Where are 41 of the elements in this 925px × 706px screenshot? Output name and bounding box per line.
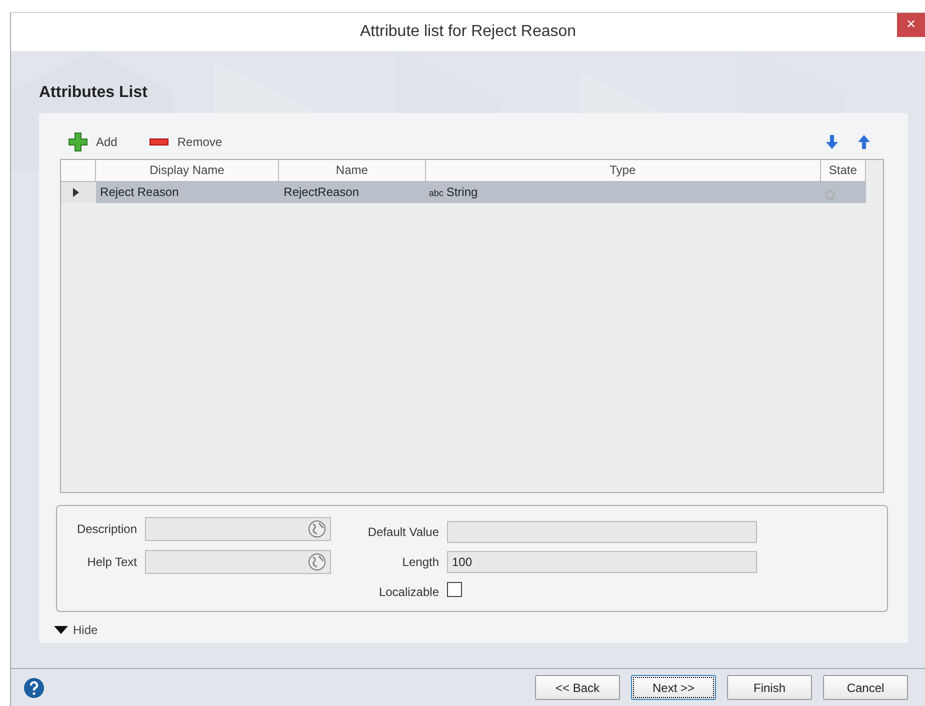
column-header[interactable]: Type — [426, 160, 821, 181]
dialog-button[interactable]: Cancel — [823, 675, 908, 700]
table-cell: Reject Reason — [100, 185, 179, 199]
field-label: Description — [76, 520, 137, 538]
window-title: Attribute list for Reject Reason — [360, 22, 576, 42]
column-header[interactable]: Display Name — [96, 160, 280, 181]
move-down-button[interactable] — [826, 135, 838, 149]
type-icon: abc — [428, 188, 444, 198]
close-button[interactable]: × — [897, 13, 925, 37]
table-row[interactable]: Reject Reason RejectReason abc String — [61, 182, 866, 203]
length-field[interactable]: 100 — [447, 551, 757, 574]
arrow-up-icon — [858, 135, 870, 149]
field-label: Length — [401, 554, 439, 572]
row-pointer-icon — [73, 188, 79, 198]
caret-down-icon — [54, 626, 68, 634]
dialog-button[interactable]: Finish — [727, 675, 812, 700]
table-cell: String — [446, 185, 478, 199]
table-cell: RejectReason — [284, 185, 360, 199]
globe-icon — [308, 520, 326, 538]
hide-toggle[interactable]: Hide — [54, 621, 98, 639]
column-header[interactable]: Name — [279, 160, 426, 181]
description-field[interactable] — [145, 516, 331, 541]
remove-button[interactable]: Remove — [149, 133, 222, 151]
field-label: Default Value — [366, 524, 439, 541]
add-button[interactable]: Add — [68, 132, 118, 152]
dialog-button[interactable]: << Back — [535, 675, 620, 700]
plus-icon — [68, 132, 88, 152]
globe-icon — [308, 553, 326, 572]
section-heading: Attributes List — [39, 83, 148, 103]
field-label: Help Text — [86, 554, 137, 572]
arrow-down-icon — [826, 135, 838, 149]
column-header[interactable]: State — [820, 160, 866, 181]
help-text-field[interactable] — [145, 550, 331, 574]
help-icon[interactable] — [23, 676, 45, 698]
move-up-button[interactable] — [858, 135, 870, 149]
checkbox[interactable] — [447, 582, 462, 598]
dialog-button[interactable]: Next >> — [631, 675, 716, 700]
minus-icon — [149, 137, 170, 147]
gear-icon — [824, 186, 839, 200]
default-value-field[interactable] — [447, 520, 757, 543]
field-label: Localizable — [378, 584, 439, 602]
